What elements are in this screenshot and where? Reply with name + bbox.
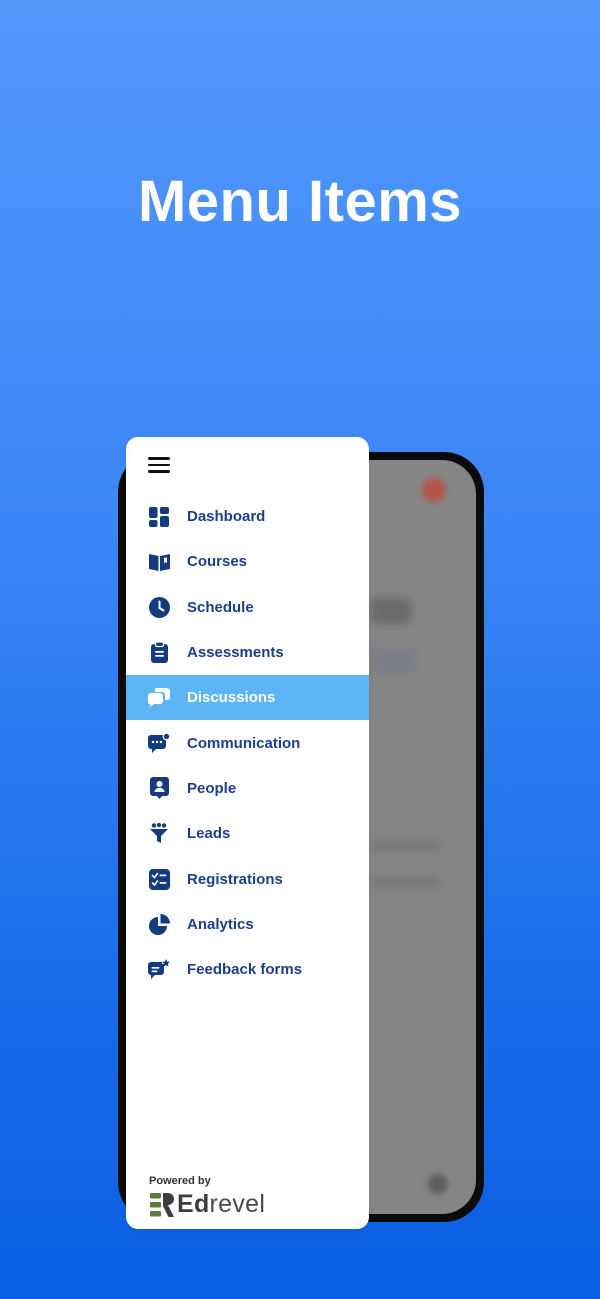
- message-dots-icon: [148, 732, 170, 754]
- blurred-line: [371, 840, 441, 852]
- hamburger-icon[interactable]: [148, 455, 172, 475]
- person-badge-icon: [148, 777, 170, 800]
- edrevel-mark-icon: [150, 1192, 174, 1217]
- brand-name: Edrevel: [177, 1190, 266, 1218]
- menu-item-people[interactable]: People: [126, 766, 369, 811]
- menu-item-label: Dashboard: [187, 508, 266, 526]
- menu-item-label: Assessments: [187, 644, 284, 662]
- menu-item-discussions[interactable]: Discussions: [126, 675, 369, 721]
- book-icon: [148, 551, 170, 573]
- menu-item-assessments[interactable]: Assessments: [126, 630, 369, 675]
- pie-chart-icon: [148, 913, 170, 935]
- feedback-icon: [148, 959, 170, 981]
- headline: Menu Items: [137, 169, 463, 234]
- clock-icon: [148, 596, 170, 618]
- clipboard-icon: [148, 642, 170, 664]
- blurred-line: [371, 876, 441, 888]
- menu-item-label: Registrations: [187, 870, 283, 888]
- menu-item-leads[interactable]: Leads: [126, 811, 369, 856]
- menu-item-label: Courses: [187, 553, 248, 571]
- menu-item-label: Discussions: [187, 689, 276, 707]
- edrevel-logo: Edrevel: [149, 1190, 265, 1219]
- menu-item-label: Feedback forms: [187, 961, 303, 979]
- menu-item-label: Leads: [187, 825, 231, 843]
- menu-item-analytics[interactable]: Analytics: [126, 902, 369, 947]
- chat-bubbles-icon: [148, 687, 170, 709]
- checklist-icon: [148, 868, 170, 890]
- blurred-fab: [428, 1174, 448, 1194]
- menu-item-schedule[interactable]: Schedule: [126, 585, 369, 630]
- menu-item-registrations[interactable]: Registrations: [126, 856, 369, 901]
- blurred-title: [371, 598, 411, 624]
- funnel-icon: [148, 823, 170, 845]
- menu-item-label: Analytics: [187, 915, 254, 933]
- blurred-chip: [371, 648, 416, 674]
- menu-item-dashboard[interactable]: Dashboard: [126, 494, 369, 539]
- menu-item-communication[interactable]: Communication: [126, 720, 369, 765]
- powered-by-text: Powered by: [149, 1175, 211, 1187]
- blurred-avatar: [422, 478, 446, 502]
- menu-item-courses[interactable]: Courses: [126, 539, 369, 584]
- menu-item-label: People: [187, 779, 237, 797]
- drawer-menu: Dashboard Courses Schedule Assessments D: [126, 494, 369, 992]
- menu-item-feedback-forms[interactable]: Feedback forms: [126, 947, 369, 992]
- drawer-footer: Powered by Edrevel: [149, 1175, 265, 1219]
- navigation-drawer: Dashboard Courses Schedule Assessments D: [126, 437, 369, 1229]
- menu-item-label: Communication: [187, 734, 301, 752]
- grid-icon: [148, 506, 170, 528]
- menu-item-label: Schedule: [187, 598, 254, 616]
